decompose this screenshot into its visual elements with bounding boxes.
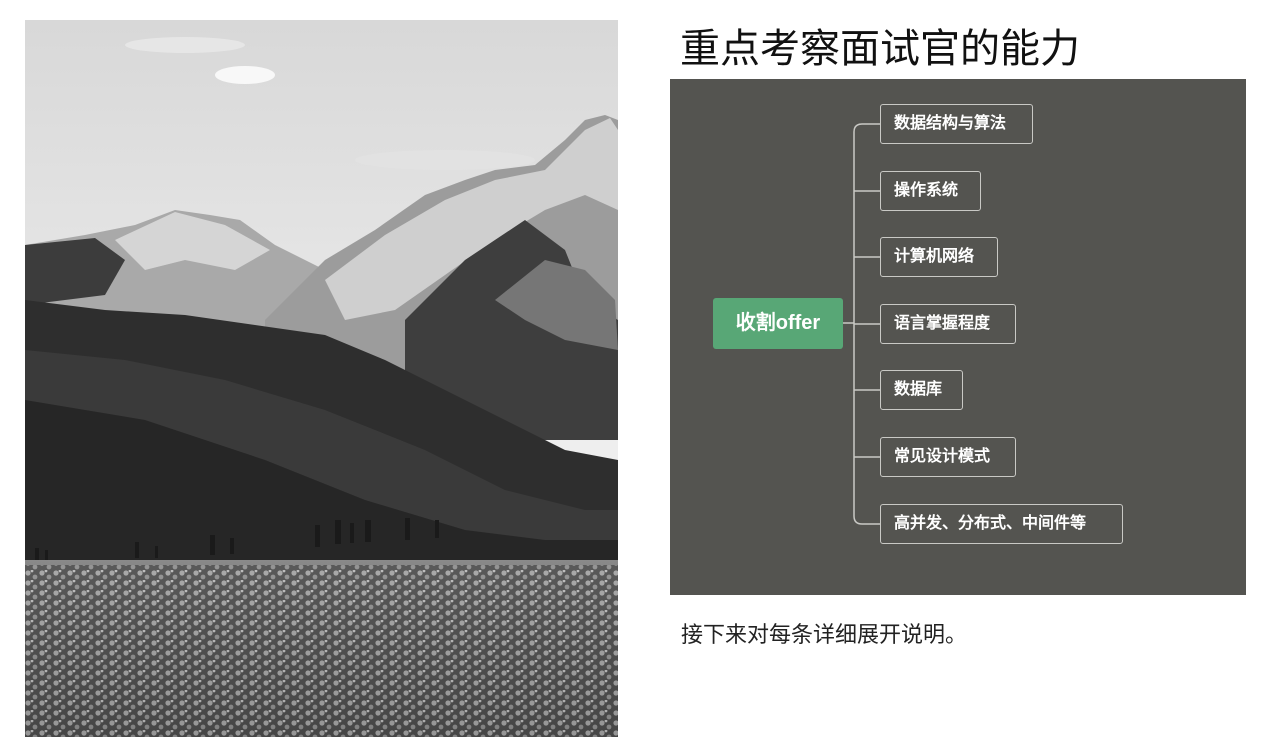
slide-caption: 接下来对每条详细展开说明。 bbox=[681, 623, 968, 648]
mindmap: 收割offer 数据结构与算法 操作系统 计算机网络 语言掌握程度 数据库 常见… bbox=[670, 79, 1246, 595]
branch-computer-networks: 计算机网络 bbox=[880, 237, 998, 277]
slide-title: 重点考察面试官的能力 bbox=[680, 26, 1080, 72]
branch-concurrency-distributed-middleware: 高并发、分布式、中间件等 bbox=[880, 504, 1123, 544]
slide: 重点考察面试官的能力 收割offer 数据结构与算法 操作系统 计算机网络 语言… bbox=[0, 0, 1280, 737]
branch-operating-systems: 操作系统 bbox=[880, 171, 981, 211]
mountain-photo bbox=[25, 20, 618, 737]
branch-language-proficiency: 语言掌握程度 bbox=[880, 304, 1016, 344]
branch-design-patterns: 常见设计模式 bbox=[880, 437, 1016, 477]
mindmap-root-node: 收割offer bbox=[713, 298, 843, 349]
branch-database: 数据库 bbox=[880, 370, 963, 410]
branch-data-structures-algorithms: 数据结构与算法 bbox=[880, 104, 1033, 144]
